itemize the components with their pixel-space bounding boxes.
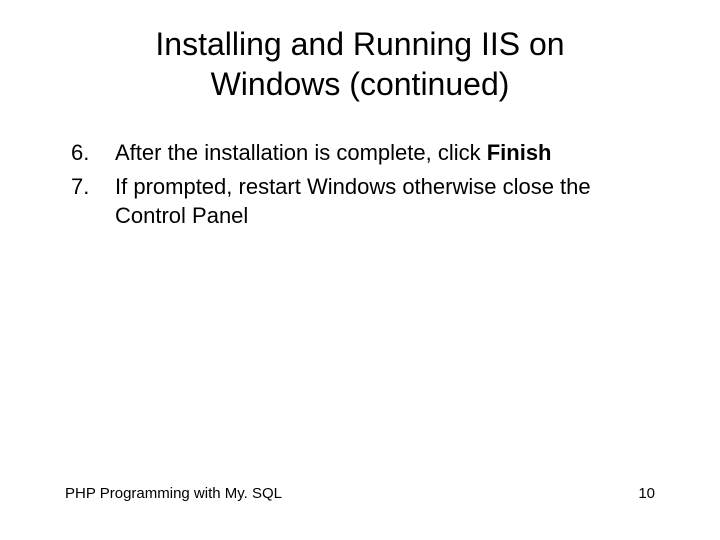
- step-text-bold: Finish: [487, 140, 552, 165]
- title-line-2: Windows (continued): [211, 66, 510, 102]
- step-text-pre: If prompted, restart Windows otherwise c…: [115, 174, 591, 229]
- title-line-1: Installing and Running IIS on: [155, 26, 564, 62]
- list-item: After the installation is complete, clic…: [65, 138, 665, 168]
- footer-left: PHP Programming with My. SQL: [65, 485, 282, 502]
- slide-title: Installing and Running IIS on Windows (c…: [0, 24, 720, 104]
- step-list: After the installation is complete, clic…: [65, 138, 665, 235]
- page-number: 10: [638, 485, 655, 502]
- list-item: If prompted, restart Windows otherwise c…: [65, 172, 665, 231]
- step-text-pre: After the installation is complete, clic…: [115, 140, 487, 165]
- slide: Installing and Running IIS on Windows (c…: [0, 0, 720, 540]
